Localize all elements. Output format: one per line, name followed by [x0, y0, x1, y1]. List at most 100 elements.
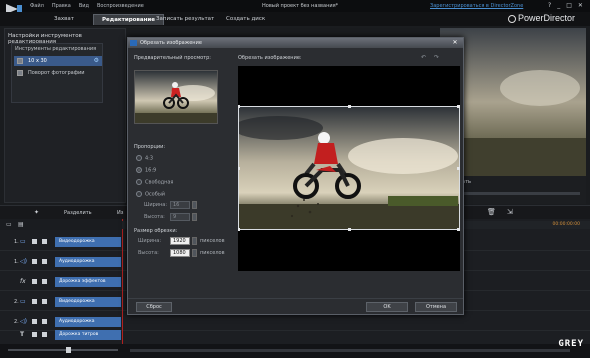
- register-link[interactable]: Зарегистрироваться в DirectorZone: [430, 3, 523, 9]
- track-enable-checkbox[interactable]: [32, 259, 37, 264]
- split-button[interactable]: Разделить: [64, 210, 92, 216]
- tab-create-disc[interactable]: Создать диск: [218, 14, 273, 25]
- height-input[interactable]: 1080: [170, 249, 190, 257]
- tool-item[interactable]: Поворот фотографии: [14, 68, 102, 78]
- custom-width-label: Ширина:: [144, 202, 168, 208]
- track-lock-checkbox[interactable]: [42, 239, 47, 244]
- radio-button[interactable]: [136, 179, 142, 185]
- aspect-option-label: Особый: [145, 191, 166, 198]
- magic-icon[interactable]: ✦: [34, 209, 39, 216]
- zoom-slider-thumb[interactable]: [66, 347, 71, 353]
- main-menu: Файл Правка Вид Воспроизведение: [30, 3, 144, 9]
- track-enable-checkbox[interactable]: [32, 299, 37, 304]
- width-unit: пикселов: [200, 238, 225, 244]
- edit-tools-panel: Настройки инструментов редактирования Ин…: [4, 28, 126, 203]
- playhead[interactable]: [122, 219, 123, 344]
- aspect-option-free[interactable]: Свободная: [136, 179, 173, 186]
- title-bar: Файл Правка Вид Воспроизведение Новый пр…: [0, 0, 590, 14]
- track-lock-checkbox[interactable]: [42, 332, 47, 337]
- track-enable-checkbox[interactable]: [32, 332, 37, 337]
- track-label[interactable]: Аудиодорожка: [55, 257, 121, 267]
- radio-button[interactable]: [136, 167, 142, 173]
- aspect-option-4-3[interactable]: 4:3: [136, 155, 153, 162]
- custom-height-input[interactable]: 9: [170, 213, 190, 221]
- undo-icon[interactable]: ↶: [421, 54, 426, 61]
- custom-width-input[interactable]: 16: [170, 201, 190, 209]
- menu-playback[interactable]: Воспроизведение: [97, 3, 144, 9]
- crop-handle[interactable]: [457, 105, 460, 108]
- radio-button[interactable]: [136, 155, 142, 161]
- timeline-scrollbar[interactable]: [130, 349, 570, 352]
- track-enable-checkbox[interactable]: [32, 319, 37, 324]
- help-icon[interactable]: ?: [548, 2, 551, 9]
- crop-handle[interactable]: [238, 105, 240, 108]
- zoom-slider[interactable]: [8, 349, 118, 351]
- window-controls: ? _ □ ✕: [548, 2, 583, 9]
- tool-checkbox[interactable]: [17, 58, 23, 64]
- crop-handle[interactable]: [348, 228, 351, 231]
- tool-checkbox[interactable]: [17, 70, 23, 76]
- track-label[interactable]: Дорожка титров: [55, 330, 121, 340]
- minimize-icon[interactable]: _: [557, 2, 560, 9]
- custom-height-stepper[interactable]: [192, 213, 197, 221]
- custom-width-stepper[interactable]: [192, 201, 197, 209]
- ok-button[interactable]: OK: [366, 302, 408, 312]
- track-lock-checkbox[interactable]: [42, 299, 47, 304]
- aspect-option-label: 16:9: [145, 167, 157, 174]
- menu-view[interactable]: Вид: [79, 3, 89, 9]
- track-enable-checkbox[interactable]: [32, 239, 37, 244]
- audio-icon: ◁): [20, 258, 27, 265]
- track-enable-checkbox[interactable]: [32, 279, 37, 284]
- delete-icon[interactable]: 🗑: [487, 208, 496, 216]
- undo-redo-icons: ↶ ↷: [421, 54, 439, 61]
- aspect-option-custom[interactable]: Особый: [136, 191, 165, 198]
- crop-handle[interactable]: [457, 228, 460, 231]
- tab-produce[interactable]: Записать результат: [148, 14, 222, 25]
- close-icon[interactable]: ✕: [450, 39, 460, 47]
- export-icon[interactable]: ⇲: [507, 208, 513, 216]
- crop-frame[interactable]: [238, 106, 460, 230]
- track-label[interactable]: Видеодорожка: [55, 297, 121, 307]
- track-label[interactable]: Аудиодорожка: [55, 317, 121, 327]
- close-icon[interactable]: ✕: [578, 2, 583, 9]
- height-stepper[interactable]: [192, 249, 197, 257]
- preview-label: Предварительный просмотр:: [134, 55, 211, 61]
- timeline-zoom-bar: [0, 344, 590, 358]
- tab-capture[interactable]: Захват: [46, 14, 82, 25]
- reset-button[interactable]: Сброс: [136, 302, 172, 312]
- crop-canvas[interactable]: [238, 66, 460, 271]
- width-stepper[interactable]: [192, 237, 197, 245]
- radio-button[interactable]: [136, 191, 142, 197]
- timeline-view-icon[interactable]: ▤: [18, 221, 24, 228]
- crop-handle[interactable]: [238, 228, 240, 231]
- crop-handle[interactable]: [457, 167, 460, 170]
- track-lock-checkbox[interactable]: [42, 279, 47, 284]
- track-label[interactable]: Видеодорожка: [55, 237, 121, 247]
- menu-file[interactable]: Файл: [30, 3, 44, 9]
- maximize-icon[interactable]: □: [566, 2, 572, 9]
- height-unit: пикселов: [200, 250, 225, 256]
- menu-edit[interactable]: Правка: [52, 3, 71, 9]
- cut-button[interactable]: Из: [117, 210, 123, 216]
- crop-size-label: Размер обрезки:: [134, 228, 178, 234]
- edit-tools-box: Инструменты редактирования 10 x 30 ⚙ Пов…: [11, 43, 103, 103]
- preview-scrubber[interactable]: [446, 192, 580, 195]
- tool-item[interactable]: 10 x 30 ⚙: [14, 56, 102, 66]
- storyboard-icon[interactable]: ▭: [6, 221, 12, 228]
- crop-image-dialog: Обрезать изображение ✕ Предварительный п…: [127, 37, 464, 315]
- redo-icon[interactable]: ↷: [434, 54, 439, 61]
- cancel-button[interactable]: Отмена: [415, 302, 457, 312]
- crop-handle[interactable]: [238, 167, 240, 170]
- brand-icon: [508, 15, 516, 23]
- track-label[interactable]: Дорожка эффектов: [55, 277, 121, 287]
- track-lock-checkbox[interactable]: [42, 319, 47, 324]
- mode-tabs: Захват Редактирование Записать результат…: [0, 12, 590, 26]
- aspect-option-16-9[interactable]: 16:9: [136, 167, 156, 174]
- gear-icon[interactable]: ⚙: [94, 58, 99, 64]
- track-lock-checkbox[interactable]: [42, 259, 47, 264]
- width-input[interactable]: 1920: [170, 237, 190, 245]
- video-icon: ▭: [20, 238, 26, 245]
- dialog-title-bar[interactable]: Обрезать изображение ✕: [128, 38, 463, 48]
- crop-handle[interactable]: [348, 105, 351, 108]
- preview-thumbnail: [134, 70, 218, 124]
